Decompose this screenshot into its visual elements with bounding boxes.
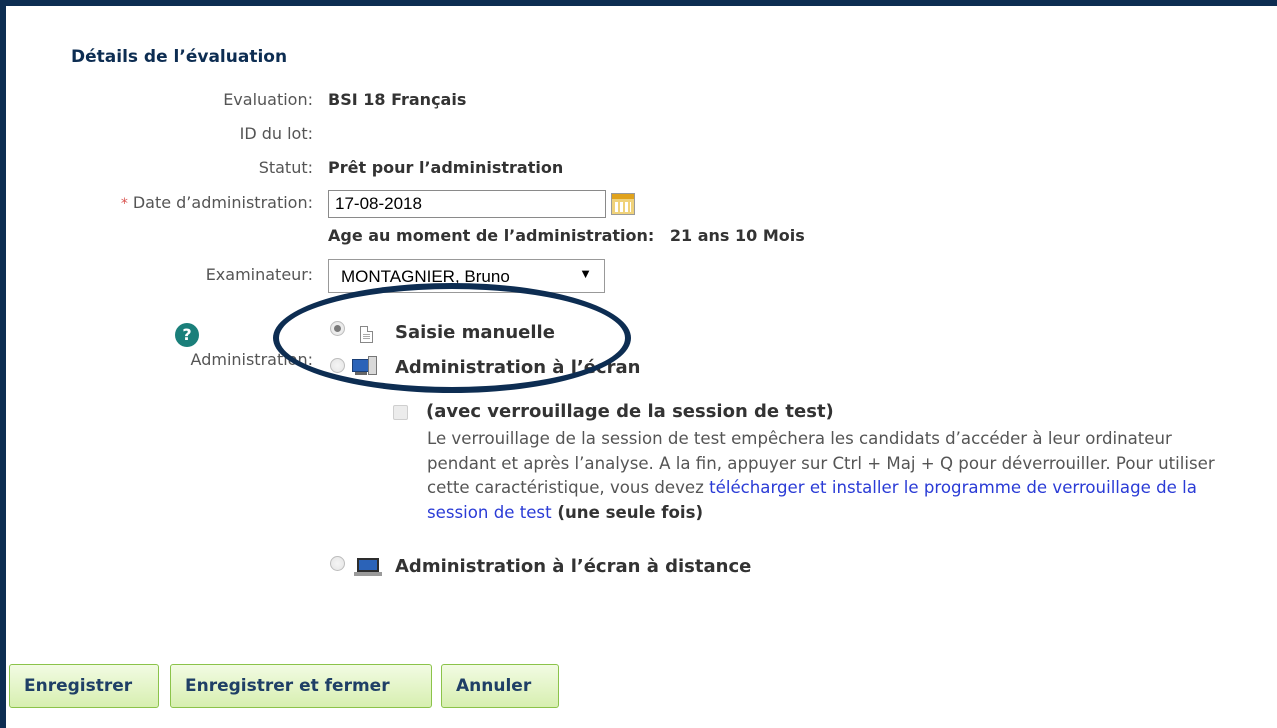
chevron-down-icon: ▼ xyxy=(579,266,592,281)
save-and-close-button[interactable]: Enregistrer et fermer xyxy=(170,664,432,708)
calendar-icon[interactable] xyxy=(611,193,635,215)
radio-onscreen[interactable] xyxy=(330,358,345,373)
save-button[interactable]: Enregistrer xyxy=(9,664,159,708)
status-label: Statut: xyxy=(258,158,313,177)
evaluation-label: Evaluation: xyxy=(223,90,313,109)
required-marker: * xyxy=(120,196,128,212)
option-manual-entry-label: Saisie manuelle xyxy=(395,322,555,343)
window-frame-top xyxy=(0,0,1277,6)
date-label: Date d’administration: xyxy=(132,193,313,212)
desktop-computer-icon xyxy=(352,356,378,376)
option-remote-onscreen-label: Administration à l’écran à distance xyxy=(395,556,752,577)
radio-manual-entry[interactable] xyxy=(330,321,345,336)
age-row: Age au moment de l’administration: 21 an… xyxy=(328,226,805,245)
date-field[interactable] xyxy=(328,190,606,218)
help-icon[interactable]: ? xyxy=(175,323,199,347)
document-icon xyxy=(360,326,373,343)
status-value: Prêt pour l’administration xyxy=(328,158,564,177)
cancel-button[interactable]: Annuler xyxy=(441,664,559,708)
lock-description-suffix: (une seule fois) xyxy=(551,502,704,522)
option-onscreen-label: Administration à l’écran xyxy=(395,357,641,378)
batch-id-label: ID du lot: xyxy=(239,124,313,143)
window-frame-left xyxy=(0,0,6,728)
lock-session-title: (avec verrouillage de la session de test… xyxy=(426,401,834,422)
evaluation-value: BSI 18 Français xyxy=(328,90,467,109)
administration-label: Administration: xyxy=(190,350,313,369)
date-label-row: * Date d’administration: xyxy=(121,193,313,212)
section-title: Détails de l’évaluation xyxy=(71,47,288,67)
age-value: 21 ans 10 Mois xyxy=(669,226,805,245)
lock-session-checkbox[interactable] xyxy=(393,405,408,420)
examiner-selected-value: MONTAGNIER, Bruno xyxy=(341,267,510,286)
age-label: Age au moment de l’administration: xyxy=(328,226,655,245)
lock-session-description: Le verrouillage de la session de test em… xyxy=(427,427,1227,525)
laptop-icon xyxy=(354,558,382,576)
radio-remote-onscreen[interactable] xyxy=(330,556,345,571)
examiner-select[interactable]: MONTAGNIER, Bruno ▼ xyxy=(328,259,605,293)
examiner-label: Examinateur: xyxy=(205,265,313,284)
